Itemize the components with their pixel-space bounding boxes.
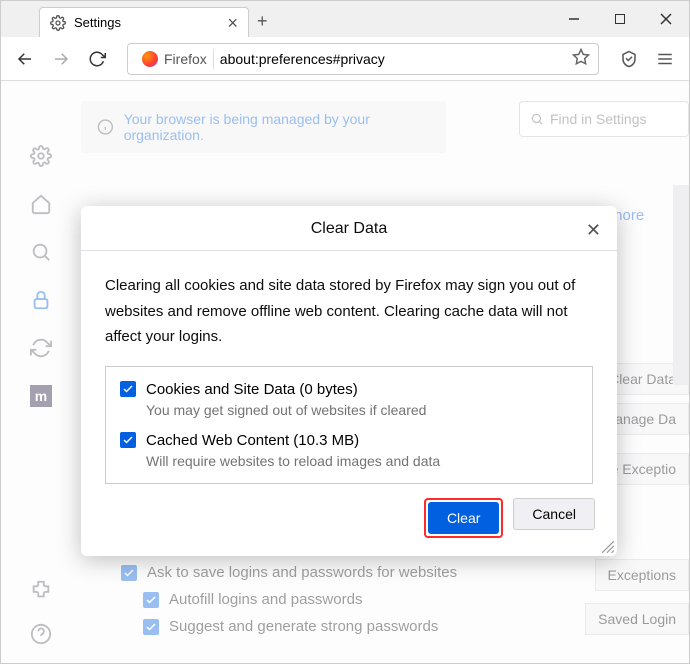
new-tab-button[interactable]: +	[257, 7, 268, 32]
toolbar: Firefox about:preferences#privacy	[1, 37, 689, 81]
cookies-sublabel: You may get signed out of websites if cl…	[146, 402, 578, 418]
back-button[interactable]	[9, 43, 41, 75]
bookmark-star-icon[interactable]	[572, 48, 590, 69]
dialog-footer: Clear Cancel	[81, 484, 617, 538]
pocket-icon[interactable]	[613, 43, 645, 75]
cookies-label: Cookies and Site Data (0 bytes)	[146, 381, 358, 398]
titlebar: Settings × +	[1, 1, 689, 37]
dialog-options: Cookies and Site Data (0 bytes) You may …	[105, 366, 593, 484]
close-window-button[interactable]	[643, 1, 689, 37]
dialog-title: Clear Data	[81, 220, 617, 250]
minimize-button[interactable]	[551, 1, 597, 37]
forward-button[interactable]	[45, 43, 77, 75]
cancel-button[interactable]: Cancel	[513, 498, 595, 530]
resize-grip-icon[interactable]	[601, 540, 615, 554]
tab-title: Settings	[74, 15, 121, 30]
firefox-badge: Firefox	[136, 49, 214, 69]
firefox-icon	[142, 51, 158, 67]
window-controls	[551, 1, 689, 37]
clear-highlight: Clear	[424, 498, 503, 538]
cookies-checkbox[interactable]	[120, 381, 136, 397]
cache-label: Cached Web Content (10.3 MB)	[146, 432, 359, 449]
cache-option: Cached Web Content (10.3 MB) Will requir…	[120, 432, 578, 469]
clear-button[interactable]: Clear	[428, 502, 499, 534]
app-menu-button[interactable]	[649, 43, 681, 75]
badge-label: Firefox	[164, 51, 207, 67]
maximize-button[interactable]	[597, 1, 643, 37]
gear-icon	[50, 15, 66, 31]
cache-checkbox[interactable]	[120, 432, 136, 448]
reload-button[interactable]	[81, 43, 113, 75]
dialog-close-button[interactable]: ✕	[586, 220, 601, 241]
url-bar[interactable]: Firefox about:preferences#privacy	[127, 43, 599, 75]
clear-data-dialog: Clear Data ✕ Clearing all cookies and si…	[81, 206, 617, 556]
dialog-body: Clearing all cookies and site data store…	[81, 251, 617, 350]
cookies-option: Cookies and Site Data (0 bytes) You may …	[120, 381, 578, 418]
tab-close-icon[interactable]: ×	[227, 14, 238, 32]
url-text: about:preferences#privacy	[220, 51, 385, 67]
browser-tab[interactable]: Settings ×	[39, 7, 249, 37]
cache-sublabel: Will require websites to reload images a…	[146, 453, 578, 469]
